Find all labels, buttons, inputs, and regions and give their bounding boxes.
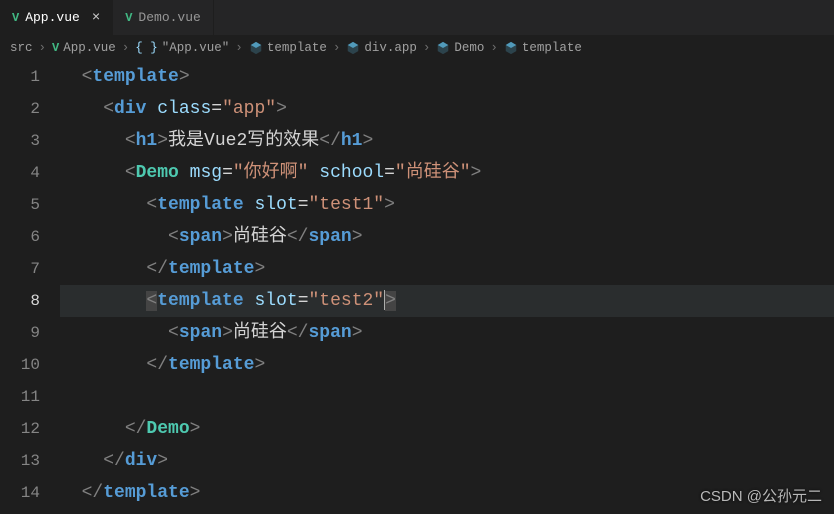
watermark: CSDN @公孙元二 bbox=[700, 485, 822, 506]
code-line: <template> bbox=[60, 61, 834, 93]
breadcrumb-item[interactable]: Demo bbox=[436, 41, 484, 55]
tab-demo-vue[interactable]: V Demo.vue bbox=[113, 0, 214, 35]
code-line: <template slot="test1"> bbox=[60, 189, 834, 221]
code-line: </Demo> bbox=[60, 413, 834, 445]
breadcrumb-item[interactable]: template bbox=[504, 41, 582, 55]
symbol-icon bbox=[504, 41, 518, 55]
tab-label: Demo.vue bbox=[138, 10, 200, 25]
breadcrumb-item[interactable]: div.app bbox=[346, 41, 417, 55]
tab-label: App.vue bbox=[25, 10, 80, 25]
code-line: <Demo msg="你好啊" school="尚硅谷"> bbox=[60, 157, 834, 189]
symbol-icon bbox=[346, 41, 360, 55]
symbol-icon bbox=[249, 41, 263, 55]
code-editor[interactable]: 1 2 3 4 5 6 7 8 9 10 11 12 13 14 <templa… bbox=[0, 61, 834, 514]
close-icon[interactable]: × bbox=[92, 10, 100, 26]
vue-icon: V bbox=[125, 11, 132, 25]
breadcrumb-item[interactable]: { } "App.vue" bbox=[135, 41, 229, 55]
code-line: <h1>我是Vue2写的效果</h1> bbox=[60, 125, 834, 157]
code-area[interactable]: <template> <div class="app"> <h1>我是Vue2写… bbox=[60, 61, 834, 514]
line-gutter: 1 2 3 4 5 6 7 8 9 10 11 12 13 14 bbox=[0, 61, 60, 514]
breadcrumb-item[interactable]: src bbox=[10, 41, 33, 55]
code-line: </template> bbox=[60, 253, 834, 285]
tab-app-vue[interactable]: V App.vue × bbox=[0, 0, 113, 35]
symbol-icon bbox=[436, 41, 450, 55]
code-line: <span>尚硅谷</span> bbox=[60, 317, 834, 349]
code-line: </div> bbox=[60, 445, 834, 477]
breadcrumbs: src › V App.vue › { } "App.vue" › templa… bbox=[0, 35, 834, 61]
tab-bar: V App.vue × V Demo.vue bbox=[0, 0, 834, 35]
breadcrumb-item[interactable]: V App.vue bbox=[52, 41, 116, 55]
code-line bbox=[60, 381, 834, 413]
code-line: </template> bbox=[60, 349, 834, 381]
vue-icon: V bbox=[12, 11, 19, 25]
code-line: <div class="app"> bbox=[60, 93, 834, 125]
vue-icon: V bbox=[52, 41, 59, 55]
code-line: <span>尚硅谷</span> bbox=[60, 221, 834, 253]
breadcrumb-item[interactable]: template bbox=[249, 41, 327, 55]
code-line: <template slot="test2"> bbox=[60, 285, 834, 317]
